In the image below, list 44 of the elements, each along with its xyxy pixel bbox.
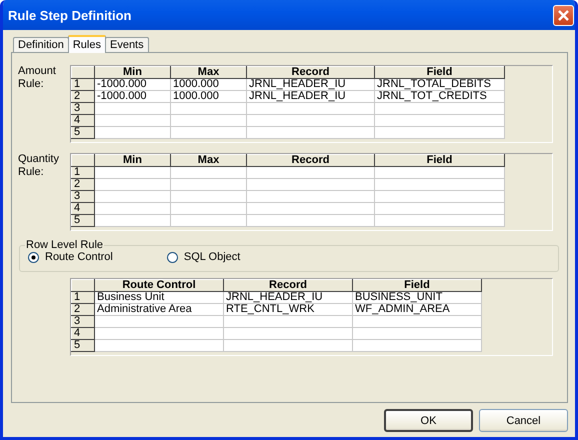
close-button[interactable] (553, 4, 574, 26)
table-cell: 1000.000 (170, 90, 246, 102)
tab[interactable]: Definition (13, 37, 69, 52)
tab[interactable]: Events (104, 37, 149, 52)
dialog-button[interactable]: Cancel (479, 409, 568, 432)
table-cell: JRNL_TOTAL_DEBITS (374, 78, 504, 90)
row-number: 3 (72, 102, 94, 114)
field-label: Amount Rule: (17, 65, 57, 92)
radio-button[interactable] (166, 252, 178, 262)
tab[interactable]: Rules (68, 35, 106, 53)
table-cell: JRNL_HEADER_IU (224, 292, 352, 304)
row-number: 4 (72, 114, 94, 126)
row-number: 2 (72, 304, 94, 316)
table-cell: JRNL_HEADER_IU (246, 90, 374, 102)
column-header: Max (170, 66, 246, 78)
row-number: 1 (72, 78, 94, 90)
row-number: 4 (72, 202, 94, 214)
dialog-button[interactable]: OK (384, 409, 473, 432)
table-cell: -1000.000 (94, 78, 170, 90)
row-number: 4 (72, 328, 94, 340)
row-number: 5 (72, 214, 94, 226)
row-number: 5 (72, 340, 94, 352)
field-label: Quantity Rule: (17, 153, 60, 180)
row-number: 1 (72, 166, 94, 178)
table-cell: BUSINESS_UNIT (352, 292, 482, 304)
table-cell: JRNL_TOT_CREDITS (374, 90, 504, 102)
table-cell: 1000.000 (170, 78, 246, 90)
row-number: 5 (72, 126, 94, 138)
row-number: 2 (72, 90, 94, 102)
close-icon (557, 8, 570, 22)
table-cell: -1000.000 (94, 90, 170, 102)
table-cell: JRNL_HEADER_IU (246, 78, 374, 90)
table-cell: RTE_CNTL_WRK (224, 304, 352, 316)
radio-button[interactable] (28, 252, 39, 262)
row-number: 1 (72, 292, 94, 304)
column-header: Max (170, 154, 246, 166)
table-cell: WF_ADMIN_AREA (352, 304, 482, 316)
row-number: 3 (72, 190, 94, 202)
window-title: Rule Step Definition (8, 8, 132, 22)
row-number: 3 (72, 316, 94, 328)
radio-option[interactable]: SQL Object (166, 251, 240, 263)
radio-option[interactable]: Route Control (28, 251, 113, 263)
row-number: 2 (72, 178, 94, 190)
group-title: Row Level Rule (25, 239, 104, 251)
